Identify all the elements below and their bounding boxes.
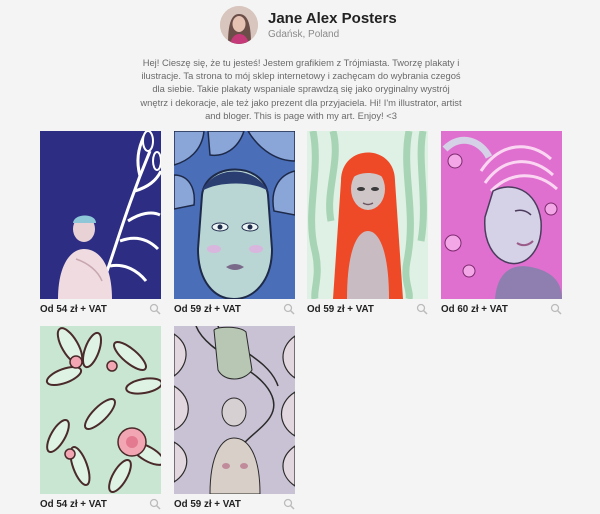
poster-card[interactable]: Od 54 zł + VAT — [40, 131, 161, 319]
zoom-icon[interactable] — [416, 303, 428, 315]
poster-image[interactable] — [441, 131, 562, 299]
poster-card[interactable]: Od 59 zł + VAT — [307, 131, 428, 319]
poster-price: Od 59 zł + VAT — [174, 303, 241, 315]
zoom-icon[interactable] — [283, 303, 295, 315]
poster-image[interactable] — [174, 326, 295, 494]
poster-price: Od 54 zł + VAT — [40, 303, 107, 315]
avatar-image — [220, 6, 258, 44]
zoom-icon[interactable] — [149, 498, 161, 510]
poster-image[interactable] — [174, 131, 295, 299]
poster-price: Od 59 zł + VAT — [174, 498, 241, 510]
shop-name[interactable]: Jane Alex Posters — [268, 10, 397, 28]
zoom-icon[interactable] — [149, 303, 161, 315]
poster-card[interactable]: Od 54 zł + VAT — [40, 326, 161, 514]
poster-card[interactable]: Od 59 zł + VAT — [174, 131, 295, 319]
poster-image[interactable] — [307, 131, 428, 299]
shop-location: Gdańsk, Poland — [268, 28, 340, 40]
zoom-icon[interactable] — [550, 303, 562, 315]
avatar[interactable] — [220, 6, 258, 44]
poster-price: Od 60 zł + VAT — [441, 303, 508, 315]
poster-image[interactable] — [40, 326, 161, 494]
poster-image[interactable] — [40, 131, 161, 299]
poster-price: Od 59 zł + VAT — [307, 303, 374, 315]
poster-card[interactable]: Od 59 zł + VAT — [174, 326, 295, 514]
poster-price: Od 54 zł + VAT — [40, 498, 107, 510]
shop-header: Jane Alex Posters Gdańsk, Poland — [220, 4, 420, 46]
shop-info: Jane Alex Posters Gdańsk, Poland — [268, 10, 397, 41]
shop-bio: Hej! Cieszę się, że tu jesteś! Jestem gr… — [140, 57, 462, 121]
poster-card[interactable]: Od 60 zł + VAT — [441, 131, 562, 319]
zoom-icon[interactable] — [283, 498, 295, 510]
